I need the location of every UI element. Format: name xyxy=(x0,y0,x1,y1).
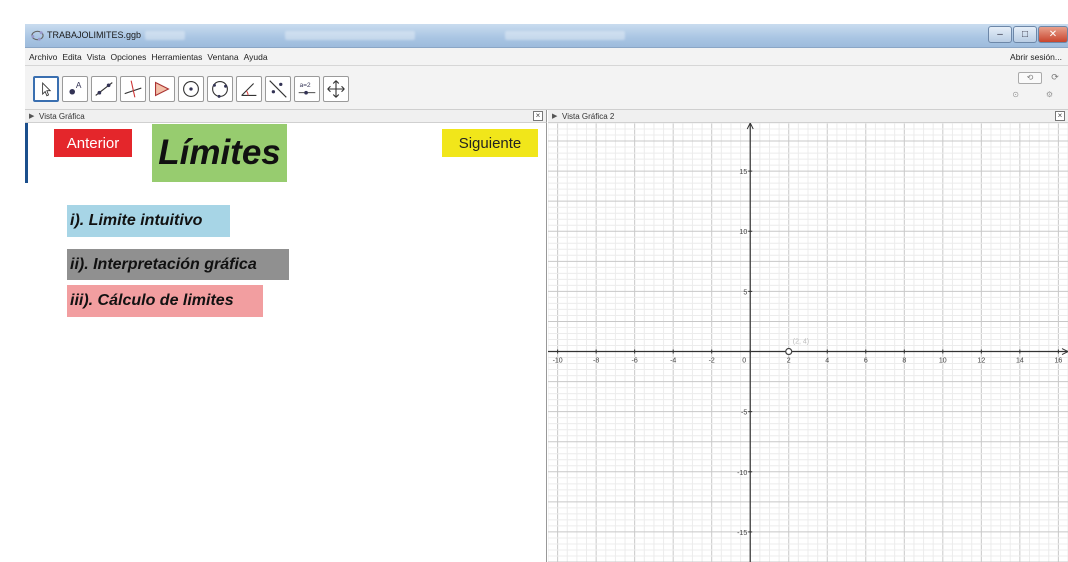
tool-pointer[interactable] xyxy=(33,76,59,102)
tool-polygon[interactable] xyxy=(149,76,175,102)
move-view-icon xyxy=(327,80,345,98)
right-panel-header: ▶ Vista Gráfica 2 × xyxy=(548,110,1068,123)
tool-line[interactable] xyxy=(91,76,117,102)
x-tick-label: -6 xyxy=(632,358,638,365)
tool-move-view[interactable] xyxy=(323,76,349,102)
topic-limite-intuitivo[interactable]: i). Limite intuitivo xyxy=(67,205,230,237)
redo-button[interactable]: ⟳ xyxy=(1046,72,1064,84)
open-point xyxy=(785,347,793,356)
graph-canvas[interactable]: -10 -8 -6 -4 -2 0 2 4 6 8 10 12 14 16 -15 -10 -5 5 10 15 (2,… xyxy=(548,123,1068,562)
window-title: TRABAJOLIMITES.ggb xyxy=(47,30,142,40)
x-tick-label: -8 xyxy=(593,358,599,365)
left-panel-header: ▶ Vista Gráfica × xyxy=(25,110,547,123)
tool-perpendicular[interactable] xyxy=(120,76,146,102)
y-tick-label: 15 xyxy=(739,169,747,176)
x-tick-label: -4 xyxy=(670,358,676,365)
angle-icon xyxy=(241,83,257,97)
help-icon[interactable]: ⊙ xyxy=(1012,90,1019,99)
left-panel-title: Vista Gráfica xyxy=(39,112,85,121)
tool-circle-three-points[interactable] xyxy=(207,76,233,102)
settings-icon[interactable]: ⚙ xyxy=(1046,90,1053,99)
menu-edita[interactable]: Edita xyxy=(62,52,81,62)
menu-bar: Archivo Edita Vista Opciones Herramienta… xyxy=(25,48,1068,66)
polygon-icon xyxy=(154,81,170,97)
y-tick-label: 10 xyxy=(739,229,747,236)
topic-interpretacion-grafica[interactable]: ii). Interpretación gráfica xyxy=(67,249,289,280)
x-tick-label: 14 xyxy=(1016,358,1024,365)
svg-text:a=2: a=2 xyxy=(300,82,311,89)
toolbar: A a=2 ⟲ ⟳ ⊙ ⚙ xyxy=(25,66,1068,110)
siguiente-button[interactable]: Siguiente xyxy=(442,129,538,157)
taskbar-blur xyxy=(505,31,625,40)
close-panel-icon[interactable]: × xyxy=(533,111,543,121)
tool-reflect[interactable] xyxy=(265,76,291,102)
right-panel-title: Vista Gráfica 2 xyxy=(562,112,615,121)
reflect-icon xyxy=(269,80,287,98)
close-panel-icon[interactable]: × xyxy=(1055,111,1065,121)
x-tick-label: 16 xyxy=(1054,358,1062,365)
page-title: Límites xyxy=(152,124,287,182)
point-label: (2, 4) xyxy=(793,339,809,346)
pointer-icon xyxy=(42,82,52,97)
close-button[interactable]: ✕ xyxy=(1038,26,1068,43)
menu-vista[interactable]: Vista xyxy=(87,52,106,62)
x-tick-label: 8 xyxy=(902,358,906,365)
x-tick-label: 12 xyxy=(977,358,985,365)
graphics-view-1[interactable] xyxy=(25,123,547,562)
taskbar-blur xyxy=(145,31,185,40)
x-tick-label: 6 xyxy=(864,358,868,365)
topic-calculo-limites[interactable]: iii). Cálculo de limites xyxy=(67,285,263,317)
perpendicular-icon xyxy=(124,80,142,98)
collapse-triangle-icon[interactable]: ▶ xyxy=(29,112,34,120)
undo-button[interactable]: ⟲ xyxy=(1018,72,1042,84)
tool-angle[interactable] xyxy=(236,76,262,102)
window-titlebar[interactable]: TRABAJOLIMITES.ggb – □ ✕ xyxy=(25,24,1068,48)
line-icon xyxy=(95,82,113,96)
x-tick-label: 2 xyxy=(787,358,791,365)
x-tick-label: 4 xyxy=(825,358,829,365)
taskbar-blur xyxy=(285,31,415,40)
y-tick-label: -10 xyxy=(737,470,747,477)
collapse-triangle-icon[interactable]: ▶ xyxy=(552,112,557,120)
point-icon: A xyxy=(69,80,82,95)
graphics-view-2[interactable]: -10 -8 -6 -4 -2 0 2 4 6 8 10 12 14 16 -15 -10 -5 5 10 15 (2,… xyxy=(548,123,1068,562)
signin-link[interactable]: Abrir sesión... xyxy=(1010,52,1062,62)
y-tick-label: -15 xyxy=(737,530,747,537)
menu-herramientas[interactable]: Herramientas xyxy=(151,52,202,62)
window-controls: – □ ✕ xyxy=(987,26,1068,43)
menu-ayuda[interactable]: Ayuda xyxy=(244,52,268,62)
anterior-button[interactable]: Anterior xyxy=(54,129,132,157)
svg-text:A: A xyxy=(76,80,82,90)
tool-circle-center[interactable] xyxy=(178,76,204,102)
circle-center-icon xyxy=(183,81,199,97)
circle-three-points-icon xyxy=(212,81,228,98)
y-tick-label: 5 xyxy=(743,289,747,296)
menu-archivo[interactable]: Archivo xyxy=(29,52,57,62)
menu-ventana[interactable]: Ventana xyxy=(207,52,238,62)
geogebra-app-icon xyxy=(31,30,44,41)
slider-icon: a=2 xyxy=(298,82,316,95)
scroll-indicator xyxy=(25,123,28,183)
tool-point[interactable]: A xyxy=(62,76,88,102)
x-tick-label: 10 xyxy=(939,358,947,365)
menu-opciones[interactable]: Opciones xyxy=(110,52,146,62)
menu-items: Archivo Edita Vista Opciones Herramienta… xyxy=(29,52,273,62)
x-tick-label: -10 xyxy=(553,358,563,365)
maximize-button[interactable]: □ xyxy=(1013,26,1037,43)
tool-slider[interactable]: a=2 xyxy=(294,76,320,102)
minimize-button[interactable]: – xyxy=(988,26,1012,43)
x-tick-label: -2 xyxy=(709,358,715,365)
x-tick-label: 0 xyxy=(742,358,746,365)
y-tick-label: -5 xyxy=(741,410,747,417)
